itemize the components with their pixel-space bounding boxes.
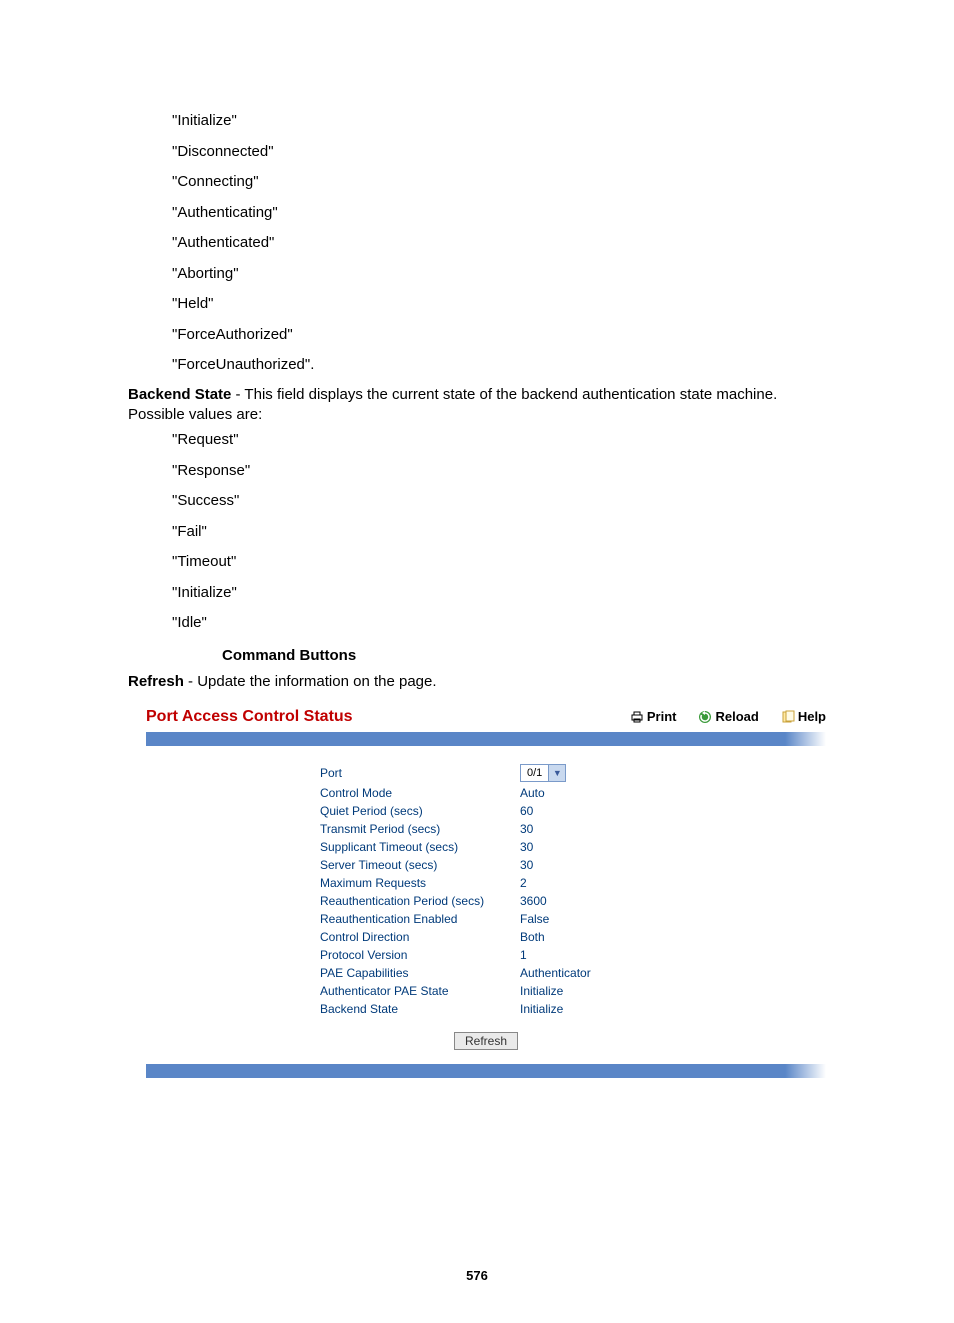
value-control-mode: Auto xyxy=(520,786,545,800)
print-label: Print xyxy=(647,709,677,724)
divider-bar-top xyxy=(146,732,826,746)
list-item: "Aborting" xyxy=(172,263,826,286)
label-control-direction: Control Direction xyxy=(320,930,520,944)
list-item: "Connecting" xyxy=(172,171,826,194)
backend-state-paragraph: Backend State - This field displays the … xyxy=(128,385,826,426)
label-reauth-period: Reauthentication Period (secs) xyxy=(320,894,520,908)
label-transmit-period: Transmit Period (secs) xyxy=(320,822,520,836)
help-icon xyxy=(781,710,795,724)
value-protocol-version: 1 xyxy=(520,948,527,962)
value-auth-pae-state: Initialize xyxy=(520,984,563,998)
panel-title: Port Access Control Status xyxy=(146,708,630,726)
list-item: "Timeout" xyxy=(172,551,826,574)
row-backend-state: Backend State Initialize xyxy=(320,1002,826,1016)
row-server-timeout: Server Timeout (secs) 30 xyxy=(320,858,826,872)
list-item: "ForceAuthorized" xyxy=(172,324,826,347)
value-pae-capabilities: Authenticator xyxy=(520,966,591,980)
row-control-direction: Control Direction Both xyxy=(320,930,826,944)
row-control-mode: Control Mode Auto xyxy=(320,786,826,800)
value-transmit-period: 30 xyxy=(520,822,533,836)
row-auth-pae-state: Authenticator PAE State Initialize xyxy=(320,984,826,998)
backend-state-list: "Request" "Response" "Success" "Fail" "T… xyxy=(172,429,826,635)
value-quiet-period: 60 xyxy=(520,804,533,818)
divider-bar-bottom xyxy=(146,1064,826,1078)
label-port: Port xyxy=(320,766,520,780)
row-max-requests: Maximum Requests 2 xyxy=(320,876,826,890)
value-reauth-enabled: False xyxy=(520,912,549,926)
backend-state-label: Backend State xyxy=(128,386,231,403)
list-item: "Idle" xyxy=(172,612,826,635)
list-item: "Response" xyxy=(172,460,826,483)
label-server-timeout: Server Timeout (secs) xyxy=(320,858,520,872)
value-backend-state: Initialize xyxy=(520,1002,563,1016)
value-control-direction: Both xyxy=(520,930,545,944)
print-link[interactable]: Print xyxy=(630,709,677,724)
list-item: "Initialize" xyxy=(172,582,826,605)
refresh-paragraph: Refresh - Update the information on the … xyxy=(128,672,826,692)
status-panel: Port Access Control Status Print Reload xyxy=(146,704,826,1078)
reload-link[interactable]: Reload xyxy=(698,709,758,724)
label-max-requests: Maximum Requests xyxy=(320,876,520,890)
port-select[interactable]: 0/1 ▼ xyxy=(520,764,566,782)
list-item: "Authenticated" xyxy=(172,232,826,255)
list-item: "Authenticating" xyxy=(172,202,826,225)
value-server-timeout: 30 xyxy=(520,858,533,872)
list-item: "Held" xyxy=(172,293,826,316)
port-select-value: 0/1 xyxy=(521,767,548,779)
refresh-label: Refresh xyxy=(128,673,184,690)
row-reauth-period: Reauthentication Period (secs) 3600 xyxy=(320,894,826,908)
pae-state-list: "Initialize" "Disconnected" "Connecting"… xyxy=(172,110,826,377)
row-quiet-period: Quiet Period (secs) 60 xyxy=(320,804,826,818)
label-control-mode: Control Mode xyxy=(320,786,520,800)
row-port: Port 0/1 ▼ xyxy=(320,764,826,782)
help-link[interactable]: Help xyxy=(781,709,826,724)
help-label: Help xyxy=(798,709,826,724)
refresh-button[interactable]: Refresh xyxy=(454,1032,518,1050)
value-max-requests: 2 xyxy=(520,876,527,890)
row-pae-capabilities: PAE Capabilities Authenticator xyxy=(320,966,826,980)
row-protocol-version: Protocol Version 1 xyxy=(320,948,826,962)
row-reauth-enabled: Reauthentication Enabled False xyxy=(320,912,826,926)
list-item: "Success" xyxy=(172,490,826,513)
label-quiet-period: Quiet Period (secs) xyxy=(320,804,520,818)
reload-icon xyxy=(698,710,712,724)
label-supplicant-timeout: Supplicant Timeout (secs) xyxy=(320,840,520,854)
refresh-desc: - Update the information on the page. xyxy=(184,673,437,690)
page-number: 576 xyxy=(0,1268,954,1283)
label-reauth-enabled: Reauthentication Enabled xyxy=(320,912,520,926)
row-transmit-period: Transmit Period (secs) 30 xyxy=(320,822,826,836)
row-supplicant-timeout: Supplicant Timeout (secs) 30 xyxy=(320,840,826,854)
list-item: "Request" xyxy=(172,429,826,452)
list-item: "Disconnected" xyxy=(172,141,826,164)
reload-label: Reload xyxy=(715,709,758,724)
label-protocol-version: Protocol Version xyxy=(320,948,520,962)
list-item: "Initialize" xyxy=(172,110,826,133)
list-item: "Fail" xyxy=(172,521,826,544)
command-buttons-heading: Command Buttons xyxy=(222,647,826,664)
label-auth-pae-state: Authenticator PAE State xyxy=(320,984,520,998)
label-pae-capabilities: PAE Capabilities xyxy=(320,966,520,980)
chevron-down-icon: ▼ xyxy=(548,765,565,781)
label-backend-state: Backend State xyxy=(320,1002,520,1016)
value-supplicant-timeout: 30 xyxy=(520,840,533,854)
list-item: "ForceUnauthorized". xyxy=(172,354,826,377)
print-icon xyxy=(630,710,644,724)
value-reauth-period: 3600 xyxy=(520,894,547,908)
